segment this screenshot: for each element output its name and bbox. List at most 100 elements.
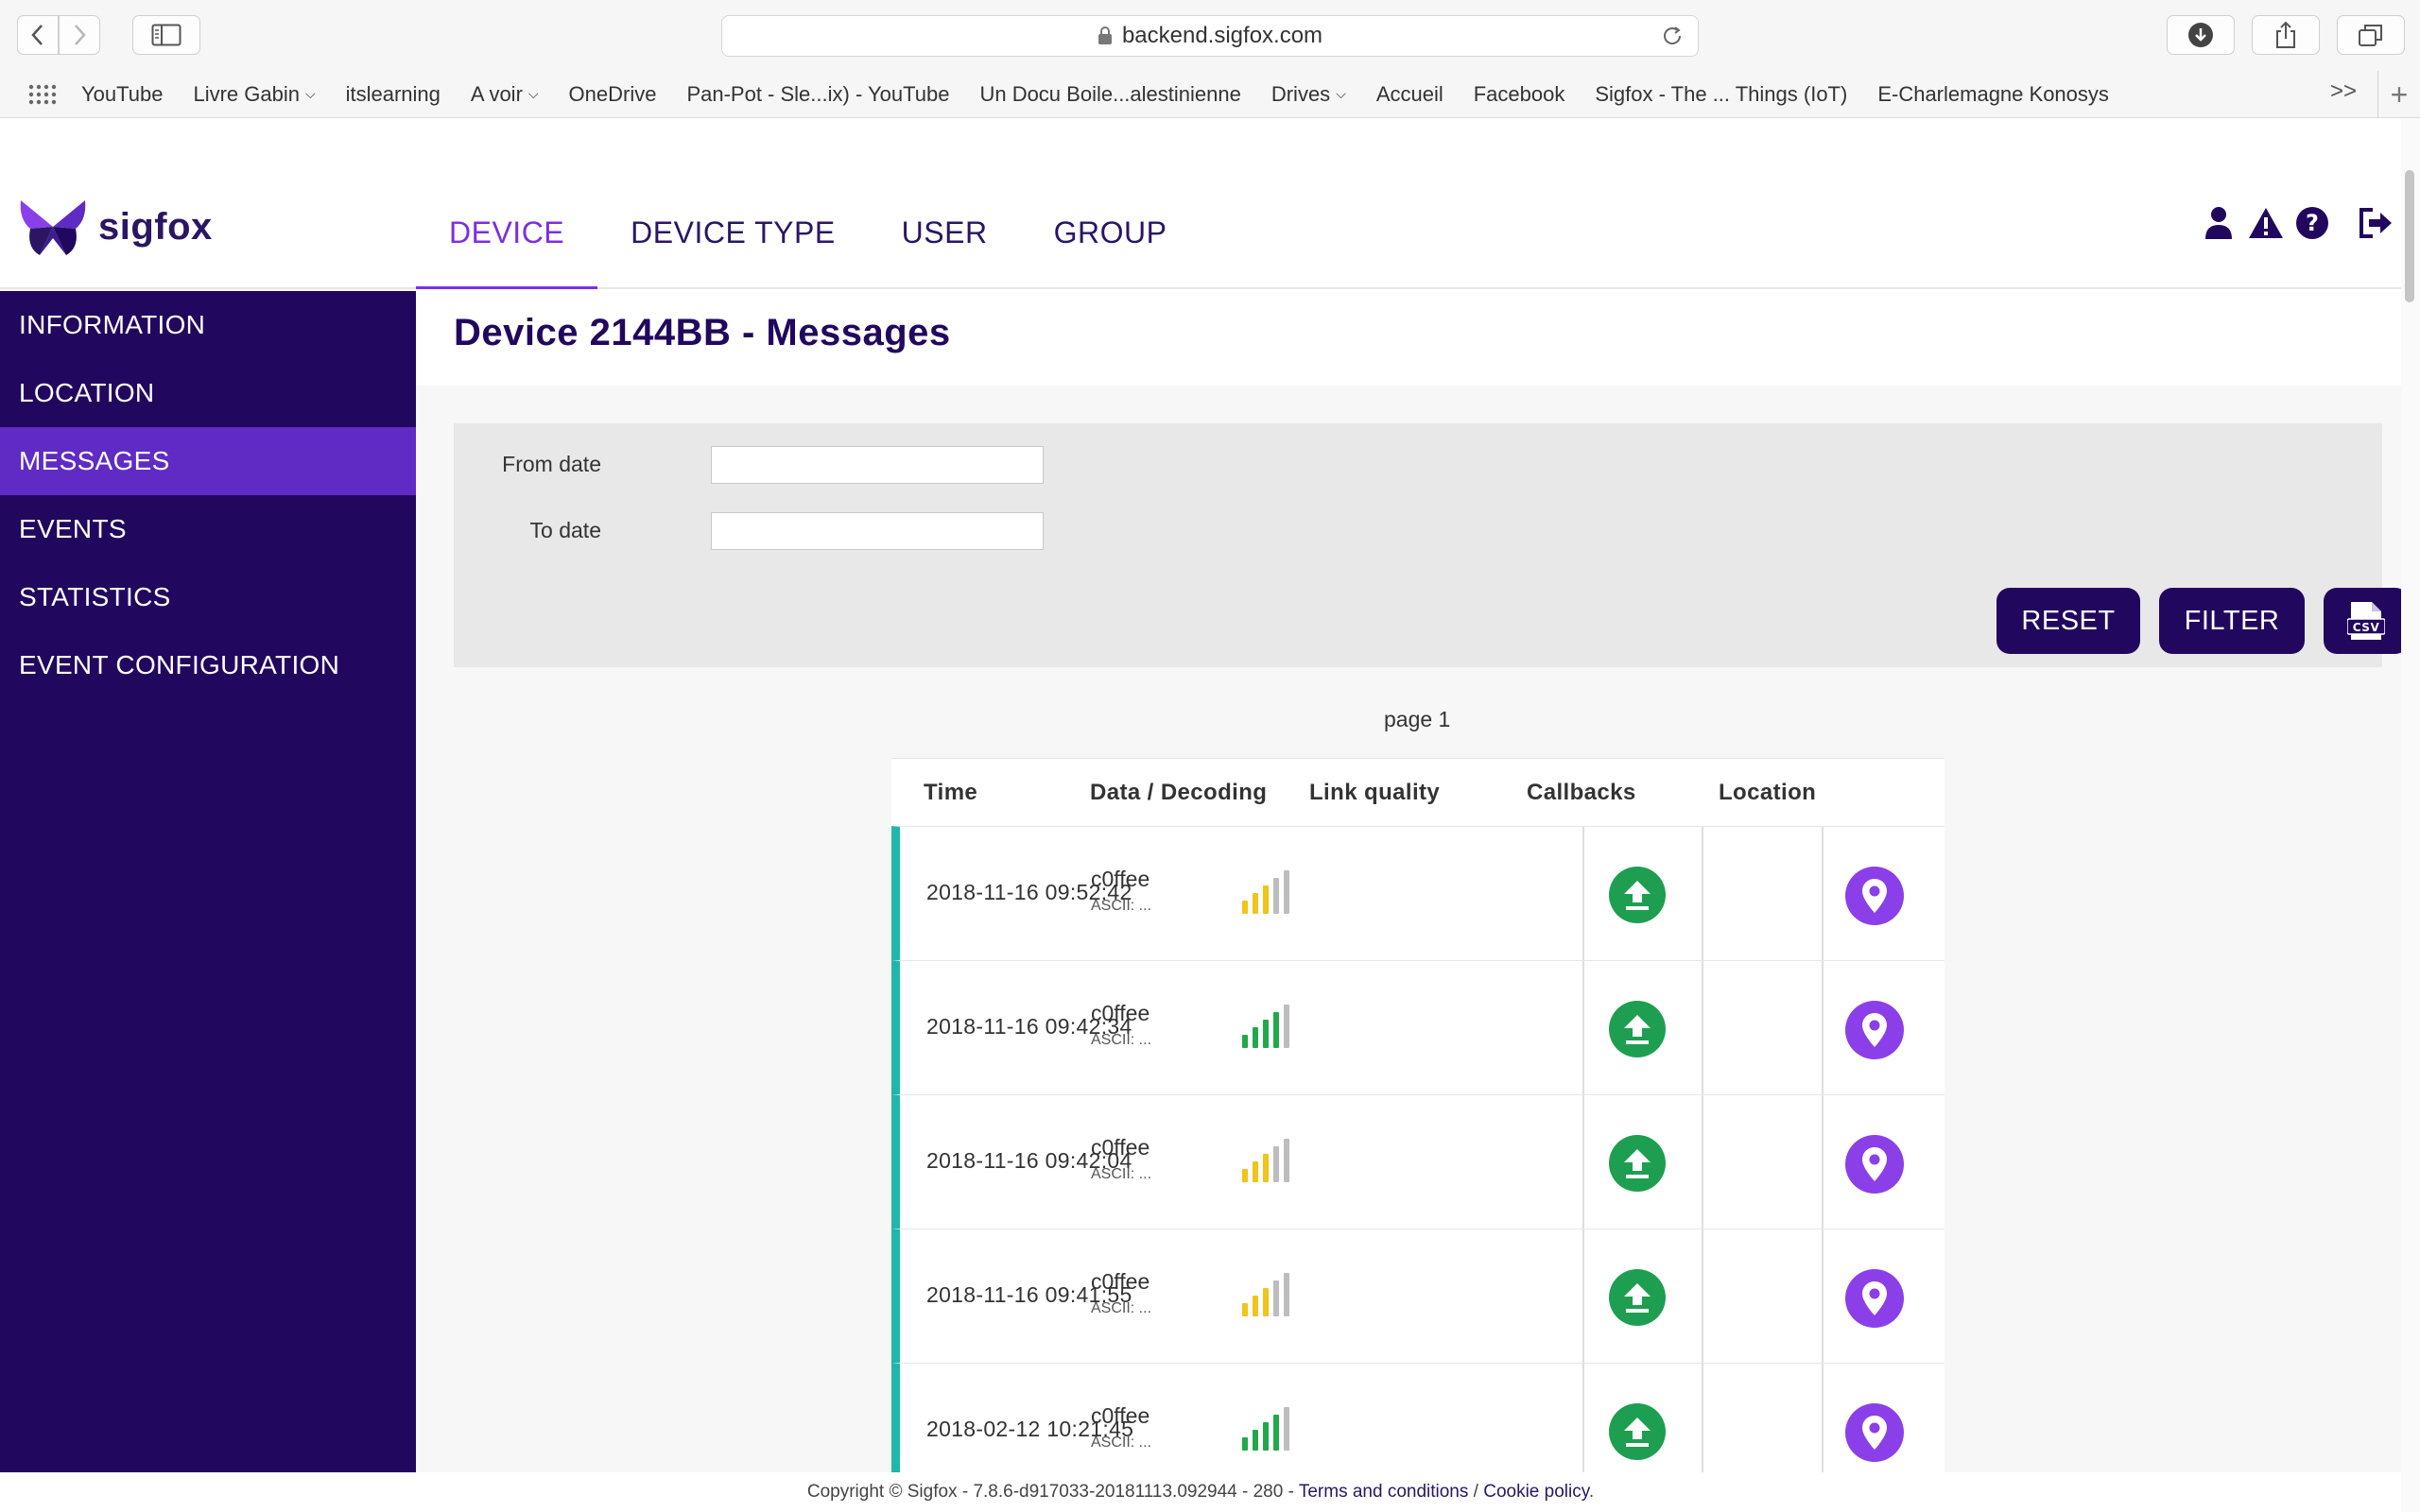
filter-panel: From date To date RESET FILTER CSV bbox=[454, 423, 2409, 667]
location-pin-button[interactable] bbox=[1845, 867, 1904, 925]
signal-bar bbox=[1242, 901, 1248, 914]
sigfox-logo[interactable]: sigfox bbox=[17, 197, 213, 257]
address-bar[interactable]: backend.sigfox.com bbox=[721, 15, 1699, 57]
column-header-location: Location bbox=[1719, 779, 1817, 805]
signal-bar bbox=[1253, 1430, 1258, 1451]
to-date-input[interactable] bbox=[711, 512, 1044, 550]
sidebar-toggle-button[interactable] bbox=[132, 15, 200, 55]
back-button[interactable] bbox=[17, 15, 59, 55]
table-row[interactable]: 2018-11-16 09:41:55 c0ffee ASCII: ... bbox=[891, 1228, 1945, 1364]
bookmark-youtube[interactable]: YouTube bbox=[81, 82, 163, 107]
bookmark-pan-pot[interactable]: Pan-Pot - Sle...ix) - YouTube bbox=[686, 82, 949, 107]
location-pin-button[interactable] bbox=[1845, 1403, 1904, 1462]
alert-icon[interactable] bbox=[2248, 206, 2284, 240]
sidebar-item-location[interactable]: LOCATION bbox=[0, 359, 416, 427]
signal-bar bbox=[1273, 1146, 1279, 1182]
location-pin-button[interactable] bbox=[1845, 1269, 1904, 1328]
column-header-data: Data / Decoding bbox=[1090, 779, 1268, 805]
more-bookmarks-button[interactable]: >> bbox=[2330, 78, 2357, 105]
share-icon bbox=[2276, 21, 2295, 48]
signal-bar bbox=[1242, 1437, 1248, 1451]
sigfox-butterfly-icon bbox=[20, 200, 86, 255]
sidebar-item-messages[interactable]: MESSAGES bbox=[0, 427, 416, 495]
column-divider bbox=[1702, 827, 1703, 961]
help-icon[interactable]: ? bbox=[2295, 206, 2329, 240]
signal-bar bbox=[1284, 1407, 1289, 1451]
tab-device-type[interactable]: DEVICE TYPE bbox=[597, 204, 869, 289]
bookmark-a-voir[interactable]: A voir ⌵ bbox=[471, 82, 539, 107]
column-header-callbacks: Callbacks bbox=[1527, 779, 1636, 805]
downloads-button[interactable] bbox=[2167, 15, 2235, 55]
bookmark-sigfox[interactable]: Sigfox - The ... Things (IoT) bbox=[1595, 82, 1847, 107]
share-button[interactable] bbox=[2252, 15, 2320, 55]
new-tab-button[interactable]: + bbox=[2377, 71, 2420, 118]
bookmark-drives[interactable]: Drives ⌵ bbox=[1271, 82, 1346, 107]
callback-upload-button[interactable] bbox=[1609, 867, 1666, 923]
bookmark-itslearning[interactable]: itslearning bbox=[346, 82, 441, 107]
to-date-label: To date bbox=[529, 518, 601, 542]
sidebar-item-information[interactable]: INFORMATION bbox=[0, 291, 416, 359]
side-navigation: INFORMATION LOCATION MESSAGES EVENTS STA… bbox=[0, 291, 416, 1512]
bookmark-livre-gabin[interactable]: Livre Gabin ⌵ bbox=[193, 82, 315, 107]
logout-icon[interactable] bbox=[2358, 206, 2394, 240]
tab-user[interactable]: USER bbox=[869, 204, 1021, 289]
csv-export-button[interactable]: CSV bbox=[2324, 588, 2409, 654]
map-pin-icon bbox=[1862, 1416, 1887, 1450]
from-date-input[interactable] bbox=[711, 446, 1044, 484]
map-pin-icon bbox=[1862, 1013, 1887, 1047]
chevron-left-icon bbox=[31, 25, 43, 45]
payload-hex: c0ffee bbox=[1091, 1135, 1150, 1160]
reload-icon[interactable] bbox=[1660, 24, 1685, 48]
column-divider bbox=[1822, 1229, 1824, 1364]
page-scrollbar[interactable] bbox=[2401, 119, 2420, 1512]
column-divider bbox=[1582, 1095, 1584, 1229]
scrollbar-thumb[interactable] bbox=[2405, 170, 2414, 302]
callback-upload-button[interactable] bbox=[1609, 1403, 1666, 1460]
user-icon[interactable] bbox=[2204, 206, 2233, 240]
filter-button[interactable]: FILTER bbox=[2159, 588, 2305, 654]
callback-upload-button[interactable] bbox=[1609, 1001, 1666, 1057]
bookmark-label: Drives bbox=[1270, 81, 1331, 106]
bookmark-accueil[interactable]: Accueil bbox=[1376, 82, 1443, 107]
forward-button[interactable] bbox=[59, 15, 100, 55]
logo-text: sigfox bbox=[98, 205, 213, 248]
sidebar-item-events[interactable]: EVENTS bbox=[0, 495, 416, 563]
signal-bars-icon bbox=[1242, 1407, 1289, 1451]
tab-group[interactable]: GROUP bbox=[1021, 204, 1201, 289]
main-tabs: DEVICE DEVICE TYPE USER GROUP bbox=[416, 204, 1200, 289]
signal-bar bbox=[1253, 1296, 1258, 1316]
upload-arrow-icon bbox=[1624, 1283, 1651, 1313]
bookmark-onedrive[interactable]: OneDrive bbox=[569, 82, 657, 107]
apps-grid-icon[interactable] bbox=[28, 84, 57, 105]
signal-bars-icon bbox=[1242, 1139, 1289, 1182]
bookmark-facebook[interactable]: Facebook bbox=[1474, 82, 1565, 107]
table-row[interactable]: 2018-11-16 09:52:42 c0ffee ASCII: ... bbox=[891, 826, 1945, 961]
page-title: Device 2144BB - Messages bbox=[454, 312, 951, 353]
tab-overview-button[interactable] bbox=[2337, 15, 2405, 55]
bookmark-label: Livre Gabin bbox=[193, 81, 300, 106]
terms-link[interactable]: Terms and conditions bbox=[1299, 1482, 1469, 1502]
column-header-time[interactable]: Time bbox=[924, 780, 977, 806]
chevron-down-icon: ⌵ bbox=[527, 86, 539, 101]
bookmark-un-docu[interactable]: Un Docu Boile...alestinienne bbox=[979, 82, 1240, 107]
tab-device[interactable]: DEVICE bbox=[416, 204, 598, 289]
table-row[interactable]: 2018-11-16 09:42:34 c0ffee ASCII: ... bbox=[891, 960, 1945, 1095]
column-divider bbox=[1582, 827, 1584, 961]
signal-bars-icon bbox=[1242, 870, 1289, 914]
reset-button[interactable]: RESET bbox=[1996, 588, 2140, 654]
column-divider bbox=[1702, 961, 1703, 1095]
web-page: sigfox DEVICE DEVICE TYPE USER GROUP ? I… bbox=[0, 119, 2409, 1512]
bookmark-e-charlemagne[interactable]: E-Charlemagne Konosys bbox=[1877, 82, 2109, 107]
signal-bar bbox=[1284, 870, 1289, 914]
callback-upload-button[interactable] bbox=[1609, 1269, 1666, 1326]
sidebar-item-statistics[interactable]: STATISTICS bbox=[0, 563, 416, 631]
callback-upload-button[interactable] bbox=[1609, 1135, 1666, 1192]
column-divider bbox=[1822, 1095, 1824, 1229]
cookie-policy-link[interactable]: Cookie policy bbox=[1483, 1482, 1589, 1502]
csv-label: CSV bbox=[2353, 621, 2380, 634]
column-divider bbox=[1702, 1229, 1703, 1364]
location-pin-button[interactable] bbox=[1845, 1001, 1904, 1059]
table-row[interactable]: 2018-11-16 09:42:04 c0ffee ASCII: ... bbox=[891, 1094, 1945, 1229]
sidebar-item-event-configuration[interactable]: EVENT CONFIGURATION bbox=[0, 631, 416, 699]
location-pin-button[interactable] bbox=[1845, 1135, 1904, 1194]
